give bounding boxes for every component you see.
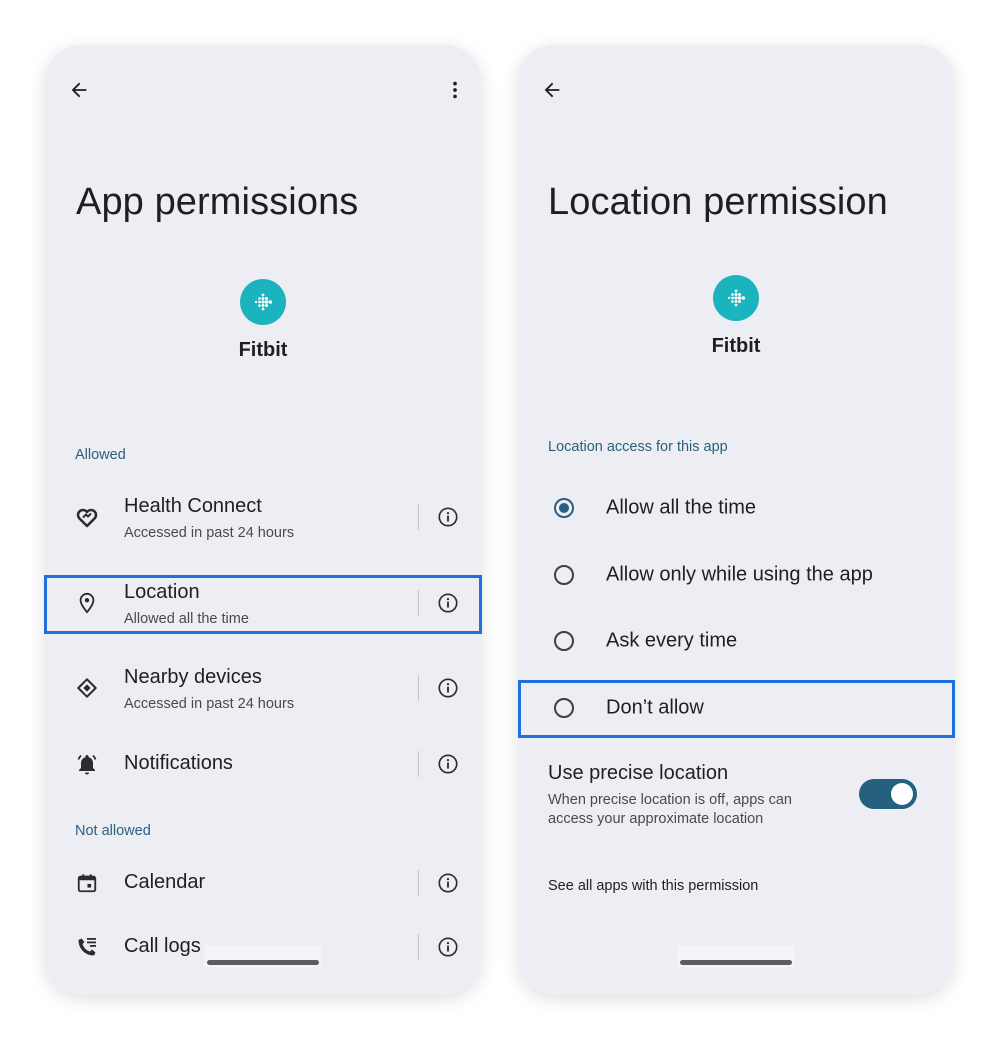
option-dont-allow[interactable]: Don’t allow <box>518 682 954 734</box>
page-title: App permissions <box>76 181 359 223</box>
notifications-bell-icon <box>75 752 99 776</box>
info-icon[interactable] <box>436 935 460 959</box>
precise-location-description: When precise location is off, apps can <box>548 792 792 808</box>
fitbit-logo-icon <box>713 275 759 321</box>
info-icon[interactable] <box>436 871 460 895</box>
permission-title: Nearby devices <box>124 666 262 688</box>
fitbit-logo-icon <box>240 279 286 325</box>
permission-title: Notifications <box>124 752 233 774</box>
toggle-knob <box>891 783 913 805</box>
arrow-left-icon <box>544 82 560 98</box>
divider <box>418 751 419 777</box>
radio-unselected[interactable] <box>554 698 574 718</box>
divider <box>418 934 419 960</box>
permission-health-connect[interactable]: Health Connect Accessed in past 24 hours <box>45 488 481 546</box>
radio-unselected[interactable] <box>554 631 574 651</box>
info-icon[interactable] <box>436 505 460 529</box>
permission-title: Location <box>124 581 200 603</box>
allowed-section-label: Allowed <box>75 447 126 463</box>
back-button[interactable] <box>532 70 572 110</box>
option-ask-every-time[interactable]: Ask every time <box>518 615 954 667</box>
option-allow-while-using[interactable]: Allow only while using the app <box>518 549 954 601</box>
app-permissions-screen: App permissions Fitbit Allowed Health Co… <box>45 45 481 995</box>
permission-title: Health Connect <box>124 495 262 517</box>
info-icon[interactable] <box>436 676 460 700</box>
health-connect-icon <box>75 505 99 529</box>
home-indicator[interactable] <box>680 960 792 965</box>
precise-location-description: access your approximate location <box>548 811 764 827</box>
permission-location[interactable]: Location Allowed all the time <box>45 574 481 632</box>
divider <box>418 870 419 896</box>
not-allowed-section-label: Not allowed <box>75 823 151 839</box>
radio-unselected[interactable] <box>554 565 574 585</box>
app-name: Fitbit <box>238 339 288 361</box>
permission-notifications[interactable]: Notifications <box>45 735 481 793</box>
call-log-icon <box>75 935 99 959</box>
option-label: Don’t allow <box>606 696 704 719</box>
precise-location-toggle[interactable] <box>859 779 917 809</box>
arrow-left-icon <box>71 82 87 98</box>
see-all-apps-link[interactable]: See all apps with this permission <box>548 878 758 894</box>
permission-subtitle: Accessed in past 24 hours <box>124 696 295 712</box>
option-label: Allow all the time <box>606 496 757 519</box>
radio-selected[interactable] <box>554 498 574 518</box>
option-allow-all-the-time[interactable]: Allow all the time <box>518 482 954 534</box>
back-button[interactable] <box>59 70 99 110</box>
home-indicator[interactable] <box>207 960 319 965</box>
more-options-button[interactable] <box>435 70 475 110</box>
calendar-icon <box>75 871 99 895</box>
divider <box>418 675 419 701</box>
permission-calendar[interactable]: Calendar <box>45 854 481 912</box>
more-vert-icon <box>453 81 457 99</box>
option-label: Allow only while using the app <box>606 563 873 586</box>
location-permission-screen: Location permission Fitbit Location acce… <box>518 45 954 995</box>
info-icon[interactable] <box>436 752 460 776</box>
page-title: Location permission <box>548 181 888 223</box>
permission-title: Calendar <box>124 871 206 893</box>
divider <box>418 504 419 530</box>
app-name: Fitbit <box>711 335 761 357</box>
divider <box>418 590 419 616</box>
location-pin-icon <box>75 591 99 615</box>
option-label: Ask every time <box>606 629 738 652</box>
info-icon[interactable] <box>436 591 460 615</box>
permission-subtitle: Accessed in past 24 hours <box>124 525 295 541</box>
permission-subtitle: Allowed all the time <box>124 611 249 627</box>
permission-nearby-devices[interactable]: Nearby devices Accessed in past 24 hours <box>45 659 481 717</box>
location-access-section-label: Location access for this app <box>548 439 728 455</box>
permission-title: Call logs <box>124 935 201 957</box>
precise-location-title: Use precise location <box>548 762 729 784</box>
nearby-devices-icon <box>75 676 99 700</box>
